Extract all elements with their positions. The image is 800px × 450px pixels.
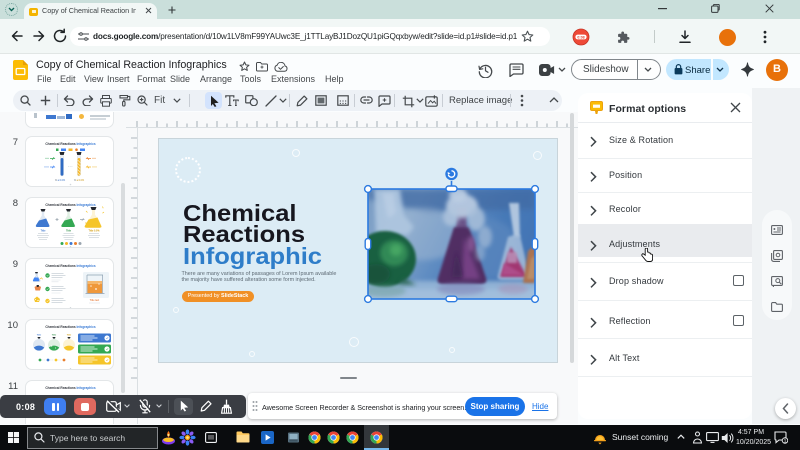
svg-text:Title 0.0%: Title 0.0% [89, 230, 101, 233]
svg-text:% a 0.0%: % a 0.0% [74, 179, 85, 182]
svg-text:Chemical Reactions Infographic: Chemical Reactions Infographics [45, 325, 96, 329]
svg-text:Title: Title [37, 334, 42, 337]
svg-text:Title: Title [66, 230, 72, 233]
svg-text:Chemical Reactions Infographic: Chemical Reactions Infographics [45, 142, 96, 146]
svg-text:Title text: Title text [90, 299, 100, 302]
svg-text:1: 1 [783, 439, 786, 444]
svg-text:Title: Title [67, 334, 72, 337]
svg-text:Chemical Reactions Infographic: Chemical Reactions Infographics [45, 203, 96, 207]
svg-text:Title: Title [52, 334, 57, 337]
svg-text:Chemical Reactions Infographic: Chemical Reactions Infographics [45, 264, 96, 268]
svg-text:0:08: 0:08 [577, 35, 584, 39]
svg-text:Chemical Reactions Infographic: Chemical Reactions Infographics [45, 386, 96, 390]
svg-text:% a 0.0%: % a 0.0% [55, 179, 66, 182]
svg-text:Title: Title [41, 230, 47, 233]
